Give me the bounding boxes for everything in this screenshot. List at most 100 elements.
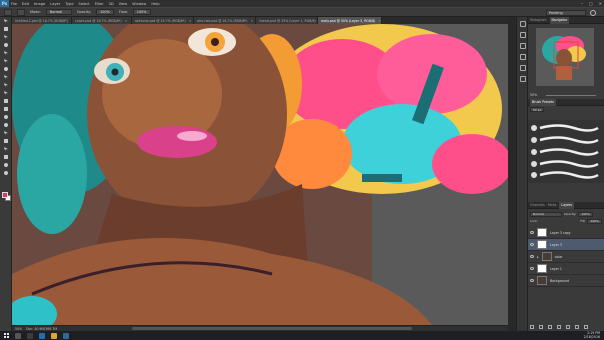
close-tab-icon[interactable]: ×: [189, 19, 192, 23]
tab-document-active[interactable]: malu.psd @ 50% (Layer 3, RGB/8) ×: [318, 17, 382, 24]
menu-view[interactable]: View: [119, 2, 128, 6]
tab-histogram[interactable]: Histogram: [530, 18, 547, 22]
tab-paths[interactable]: Paths: [548, 203, 557, 207]
gradient-tool-icon[interactable]: [2, 106, 10, 113]
photoshop-taskbar-icon[interactable]: [63, 332, 69, 339]
tab-channels[interactable]: Channels: [530, 203, 545, 207]
layer-opacity-field[interactable]: 100%: [578, 211, 593, 217]
brush-tool-preset-icon[interactable]: [4, 8, 12, 16]
lasso-tool-icon[interactable]: [2, 34, 10, 41]
history-brush-tool-icon[interactable]: [2, 90, 10, 97]
crop-tool-icon[interactable]: [2, 50, 10, 57]
quick-select-tool-icon[interactable]: [2, 42, 10, 49]
visibility-eye-icon[interactable]: [530, 231, 534, 234]
marquee-tool-icon[interactable]: [2, 26, 10, 33]
type-tool-icon[interactable]: [2, 138, 10, 145]
layer-group-row[interactable]: ▸ color: [528, 251, 604, 263]
actions-icon[interactable]: [520, 32, 526, 38]
brush-preset-list[interactable]: [528, 120, 604, 183]
zoom-tool-icon[interactable]: [2, 170, 10, 177]
fill-field[interactable]: 100%: [587, 218, 602, 224]
add-mask-icon[interactable]: [548, 325, 552, 329]
menu-image[interactable]: Image: [34, 2, 45, 6]
layer-row[interactable]: Layer 1: [528, 263, 604, 275]
visibility-eye-icon[interactable]: [530, 279, 534, 282]
tab-document-5[interactable]: lineart.psd @ 33% (Layer 1, RGB/8)×: [256, 17, 318, 24]
windows-start-icon[interactable]: [4, 333, 9, 338]
clone-stamp-tool-icon[interactable]: [2, 82, 10, 89]
layer-row-selected[interactable]: Layer 3: [528, 239, 604, 251]
search-taskbar-icon[interactable]: [15, 332, 21, 339]
menu-edit[interactable]: Edit: [22, 2, 29, 6]
close-icon[interactable]: ✕: [599, 1, 602, 6]
history-icon[interactable]: [520, 21, 526, 27]
path-select-tool-icon[interactable]: [2, 146, 10, 153]
menu-help[interactable]: Help: [151, 2, 159, 6]
visibility-eye-icon[interactable]: [530, 255, 534, 258]
delete-layer-icon[interactable]: [584, 325, 588, 329]
task-view-icon[interactable]: [27, 332, 33, 339]
tab-document-1[interactable]: Untitled-2.psd @ 16.7% (RGB/8*)×: [12, 17, 72, 24]
swatches-icon[interactable]: [520, 54, 526, 60]
tab-document-3[interactable]: skintone.psd @ 16.7% (RGB/8*) ×: [132, 17, 194, 24]
file-explorer-icon[interactable]: [51, 332, 57, 339]
brush-picker-icon[interactable]: [17, 8, 25, 16]
navigator-thumbnail[interactable]: [536, 28, 594, 86]
mode-select[interactable]: Normal: [45, 9, 72, 15]
tab-layers[interactable]: Layers: [559, 201, 574, 209]
maximize-icon[interactable]: □: [589, 1, 593, 6]
document-canvas[interactable]: [12, 24, 508, 325]
layer-row[interactable]: Layer 3 copy: [528, 227, 604, 239]
tab-document-2[interactable]: colors.psd @ 16.7% (RGB/8*) ×: [72, 17, 132, 24]
styles-icon[interactable]: [520, 76, 526, 82]
menu-select[interactable]: Select: [79, 2, 90, 6]
navigator-zoom-slider[interactable]: [546, 95, 596, 96]
dodge-tool-icon[interactable]: [2, 122, 10, 129]
link-layers-icon[interactable]: [530, 325, 534, 329]
menu-layer[interactable]: Layer: [50, 2, 60, 6]
brush-tool-icon[interactable]: [2, 74, 10, 81]
close-tab-icon[interactable]: ×: [378, 19, 381, 23]
navigator-zoom[interactable]: 50%: [530, 93, 537, 97]
brush-size-field[interactable]: 50 px: [530, 107, 545, 112]
menu-type[interactable]: Type: [65, 2, 73, 6]
menu-file[interactable]: File: [11, 2, 17, 6]
close-tab-icon[interactable]: ×: [125, 19, 128, 23]
minimize-icon[interactable]: –: [581, 1, 583, 6]
foreground-color-swatch[interactable]: [2, 192, 8, 198]
close-tab-icon[interactable]: ×: [250, 19, 253, 23]
zoom-readout[interactable]: 50%: [15, 327, 22, 331]
eyedropper-tool-icon[interactable]: [2, 58, 10, 65]
adjustments-icon[interactable]: [520, 65, 526, 71]
blend-mode-select[interactable]: Normal: [530, 211, 562, 217]
menu-window[interactable]: Window: [132, 2, 146, 6]
eraser-tool-icon[interactable]: [2, 98, 10, 105]
tab-brush-presets[interactable]: Brush Presets: [530, 98, 556, 106]
new-group-icon[interactable]: [566, 325, 570, 329]
tab-navigator[interactable]: Navigator: [549, 16, 570, 24]
edge-browser-icon[interactable]: [39, 332, 45, 339]
workspace-select[interactable]: Painting: [546, 10, 586, 16]
blur-tool-icon[interactable]: [2, 114, 10, 121]
menu-3d[interactable]: 3D: [109, 2, 114, 6]
flow-field[interactable]: 100%: [132, 9, 151, 15]
visibility-eye-icon[interactable]: [530, 267, 534, 270]
adjustment-layer-icon[interactable]: [557, 325, 561, 329]
pen-tool-icon[interactable]: [2, 130, 10, 137]
horizontal-scrollbar[interactable]: [132, 327, 412, 330]
tab-document-4[interactable]: afro-hair.psd @ 16.7% (RGB/8*) ×: [194, 17, 256, 24]
layer-row[interactable]: Background: [528, 275, 604, 287]
healing-brush-tool-icon[interactable]: [2, 66, 10, 73]
search-icon[interactable]: [590, 10, 596, 16]
color-icon[interactable]: [520, 43, 526, 49]
layer-style-icon[interactable]: [539, 325, 543, 329]
folder-expand-icon[interactable]: ▸: [537, 255, 539, 259]
taskbar-clock[interactable]: 2:19 PM 2/18/2016: [584, 331, 600, 339]
hand-tool-icon[interactable]: [2, 162, 10, 169]
move-tool-icon[interactable]: [2, 18, 10, 25]
new-layer-icon[interactable]: [575, 325, 579, 329]
menu-filter[interactable]: Filter: [95, 2, 104, 6]
visibility-eye-icon[interactable]: [530, 243, 534, 246]
shape-tool-icon[interactable]: [2, 154, 10, 161]
opacity-field[interactable]: 100%: [96, 9, 114, 15]
